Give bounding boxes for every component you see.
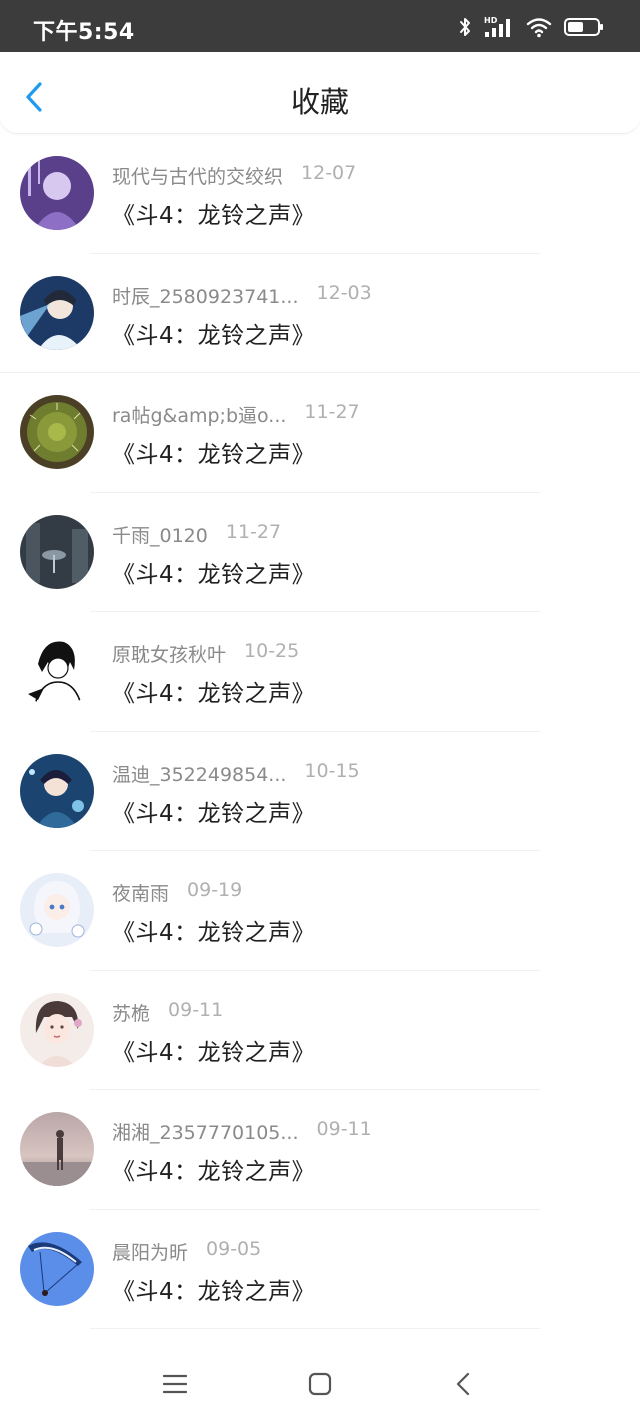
username[interactable]: 温迪_352249854...: [112, 760, 286, 787]
avatar: [20, 753, 94, 828]
avatar: [20, 156, 94, 230]
back-nav-button[interactable]: [444, 1364, 484, 1404]
list-item[interactable]: 原耽女孩秋叶 10-25 《斗4：龙铃之声》: [0, 612, 640, 732]
list-item[interactable]: 夜南雨 09-19 《斗4：龙铃之声》: [0, 851, 640, 971]
bluetooth-icon: [460, 18, 470, 36]
divider: [90, 1328, 540, 1329]
hd-signal-icon: HD: [484, 16, 510, 37]
avatar: [20, 634, 94, 708]
username[interactable]: 苏桅: [112, 999, 150, 1026]
avatar: [20, 1112, 94, 1186]
favorite-title[interactable]: 《斗4：龙铃之声》: [112, 555, 315, 589]
list-item[interactable]: 千雨_0120 11-27 《斗4：龙铃之声》: [0, 493, 640, 612]
list-item[interactable]: 晨阳为昕 09-05 《斗4：龙铃之声》: [0, 1210, 640, 1329]
menu-icon: [162, 1374, 188, 1394]
avatar: [20, 275, 94, 350]
wifi-icon: [526, 18, 552, 38]
post-date: 11-27: [225, 520, 282, 543]
avatar: [20, 1231, 94, 1306]
status-icons: HD: [458, 16, 604, 38]
status-bar: 下午5:54 HD: [0, 0, 640, 52]
svg-text:HD: HD: [484, 16, 498, 25]
battery-icon: [564, 18, 603, 36]
post-date: 09-05: [206, 1237, 262, 1260]
list-item[interactable]: 湘湘_2357770105... 09-11 《斗4：龙铃之声》: [0, 1090, 640, 1210]
avatar: [20, 873, 94, 947]
avatar: [20, 514, 94, 589]
favorite-title[interactable]: 《斗4：龙铃之声》: [112, 316, 315, 350]
status-time: 下午5:54: [33, 20, 135, 45]
username[interactable]: 时辰_2580923741...: [112, 282, 299, 309]
list-item[interactable]: 苏桅 09-11 《斗4：龙铃之声》: [0, 971, 640, 1090]
username[interactable]: 原耽女孩秋叶: [112, 640, 226, 667]
avatar: [20, 395, 94, 469]
avatar: [20, 992, 94, 1067]
username[interactable]: ra帖g&amp;b逼o...: [112, 401, 286, 428]
post-date: 09-11: [168, 998, 224, 1021]
list-item[interactable]: ra帖g&amp;b逼o... 11-27 《斗4：龙铃之声》: [0, 373, 640, 493]
post-date: 09-19: [187, 879, 243, 901]
post-date: 10-15: [304, 759, 360, 782]
favorite-title[interactable]: 《斗4：龙铃之声》: [112, 674, 315, 708]
home-button[interactable]: [300, 1364, 340, 1404]
favorite-title[interactable]: 《斗4：龙铃之声》: [112, 196, 315, 230]
favorite-title[interactable]: 《斗4：龙铃之声》: [112, 1272, 315, 1306]
username[interactable]: 湘湘_2357770105...: [112, 1118, 299, 1145]
username[interactable]: 夜南雨: [112, 879, 169, 906]
app-header: 收藏: [0, 52, 640, 134]
page-title: 收藏: [290, 85, 349, 119]
list-item[interactable]: 时辰_2580923741... 12-03 《斗4：龙铃之声》: [0, 254, 640, 373]
username[interactable]: 现代与古代的交绞织: [112, 162, 283, 189]
username[interactable]: 晨阳为昕: [112, 1238, 188, 1265]
back-icon: [456, 1372, 470, 1396]
post-date: 12-03: [316, 281, 372, 304]
post-date: 09-11: [316, 1118, 372, 1140]
system-nav-bar: [0, 1342, 640, 1422]
favorite-title[interactable]: 《斗4：龙铃之声》: [112, 1033, 315, 1067]
username[interactable]: 千雨_0120: [112, 521, 208, 548]
post-date: 12-07: [301, 162, 357, 184]
post-date: 10-25: [244, 640, 300, 662]
favorite-title[interactable]: 《斗4：龙铃之声》: [112, 794, 315, 828]
favorite-title[interactable]: 《斗4：龙铃之声》: [112, 435, 315, 469]
favorite-title[interactable]: 《斗4：龙铃之声》: [112, 1152, 315, 1186]
favorite-title[interactable]: 《斗4：龙铃之声》: [112, 913, 315, 947]
list-item[interactable]: 现代与古代的交绞织 12-07 《斗4：龙铃之声》: [0, 134, 640, 254]
menu-button[interactable]: [155, 1364, 195, 1404]
favorites-list: 现代与古代的交绞织 12-07 《斗4：龙铃之声》 时辰_2580923741..…: [0, 134, 640, 1329]
home-icon: [308, 1372, 332, 1396]
list-item[interactable]: 温迪_352249854... 10-15 《斗4：龙铃之声》: [0, 732, 640, 851]
post-date: 11-27: [304, 401, 360, 423]
